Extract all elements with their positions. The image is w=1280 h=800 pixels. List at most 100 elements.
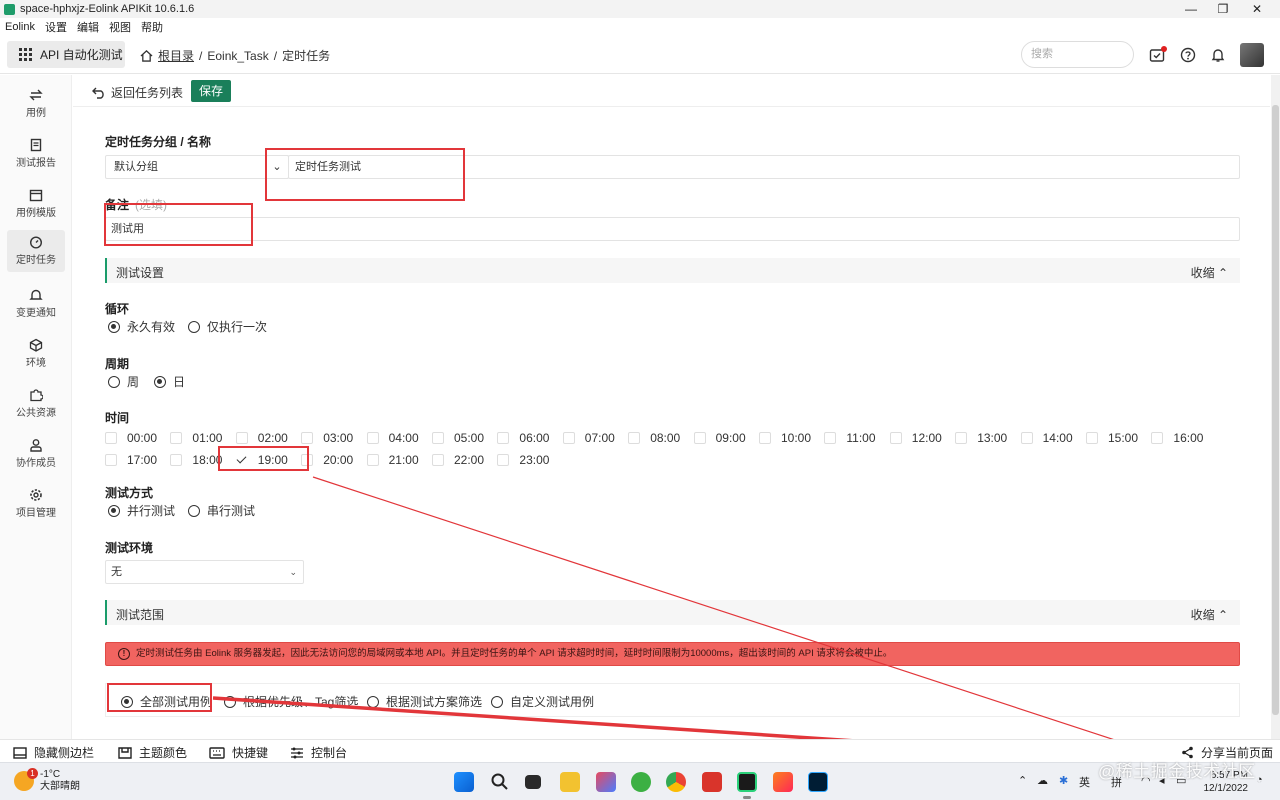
theme-color-button[interactable]: 主题颜色 bbox=[118, 744, 187, 761]
time-checkbox[interactable]: 15:00 bbox=[1086, 431, 1138, 445]
time-checkbox[interactable]: 21:00 bbox=[366, 453, 419, 467]
help-icon[interactable] bbox=[1180, 47, 1196, 63]
group-select[interactable]: 默认分组 bbox=[105, 155, 289, 179]
remark-input[interactable]: 测试用 bbox=[105, 217, 1240, 241]
swap-icon bbox=[29, 89, 43, 101]
breadcrumb-root[interactable]: 根目录 bbox=[158, 47, 194, 64]
scope-option-custom[interactable]: 自定义测试用例 bbox=[491, 693, 594, 710]
bell-icon[interactable] bbox=[1210, 47, 1226, 63]
hide-sidebar-button[interactable]: 隐藏侧边栏 bbox=[13, 744, 94, 761]
time-checkbox[interactable]: 07:00 bbox=[562, 431, 615, 445]
shortcuts-button[interactable]: 快捷键 bbox=[209, 744, 268, 761]
menu-settings[interactable]: 设置 bbox=[45, 19, 67, 35]
checkbox-unchecked-icon bbox=[432, 432, 444, 444]
browser-icon[interactable] bbox=[631, 772, 651, 792]
weather-temp: -1°C bbox=[40, 769, 61, 780]
time-checkbox[interactable]: 13:00 bbox=[955, 431, 1007, 445]
time-checkbox[interactable]: 14:00 bbox=[1020, 431, 1073, 445]
time-label-text: 15:00 bbox=[1108, 431, 1139, 445]
module-switcher-button[interactable]: API 自动化测试 bbox=[7, 41, 125, 68]
menu-edit[interactable]: 编辑 bbox=[77, 19, 99, 35]
close-button[interactable]: ✕ bbox=[1240, 0, 1274, 18]
time-checkbox[interactable]: 06:00 bbox=[497, 431, 549, 445]
minimize-button[interactable]: — bbox=[1174, 0, 1208, 18]
scope-option-plan[interactable]: 根据测试方案筛选 bbox=[367, 693, 482, 710]
scrollbar-thumb[interactable] bbox=[1272, 105, 1279, 715]
scope-option-priority-tag[interactable]: 根据优先级、Tag筛选 bbox=[224, 693, 358, 710]
loop-option-permanent[interactable]: 永久有效 bbox=[108, 318, 175, 335]
time-checkbox[interactable]: 10:00 bbox=[759, 431, 811, 445]
maximize-button[interactable]: ❐ bbox=[1206, 0, 1240, 18]
time-checkbox[interactable]: 16:00 bbox=[1151, 431, 1203, 445]
search-input[interactable]: 搜索 bbox=[1021, 41, 1134, 68]
breadcrumb-project[interactable]: Eoink_Task bbox=[207, 49, 268, 63]
windows-start-icon[interactable] bbox=[454, 772, 474, 792]
file-explorer-icon[interactable] bbox=[560, 772, 580, 792]
loop-option-once[interactable]: 仅执行一次 bbox=[188, 318, 267, 335]
sidebar-item-cases[interactable]: 用例 bbox=[7, 83, 65, 125]
time-checkbox[interactable]: 09:00 bbox=[693, 431, 746, 445]
radio-label: 仅执行一次 bbox=[207, 320, 268, 334]
menu-help[interactable]: 帮助 bbox=[141, 19, 163, 35]
section-title: 测试范围 bbox=[116, 608, 165, 622]
ime-lang[interactable]: 英 bbox=[1079, 774, 1090, 790]
time-checkbox[interactable]: 00:00 bbox=[105, 431, 157, 445]
menu-view[interactable]: 视图 bbox=[109, 19, 131, 35]
tray-chevron-icon[interactable]: ⌃ bbox=[1018, 774, 1027, 787]
breadcrumb-separator: / bbox=[199, 48, 203, 63]
puzzle-icon bbox=[30, 389, 43, 402]
time-checkbox[interactable]: 08:00 bbox=[628, 431, 680, 445]
mode-option-parallel[interactable]: 并行测试 bbox=[108, 502, 175, 519]
sidebar-item-members[interactable]: 协作成员 bbox=[7, 433, 65, 475]
time-checkbox[interactable]: 17:00 bbox=[105, 453, 157, 467]
time-checkbox[interactable]: 11:00 bbox=[824, 431, 876, 445]
time-checkbox[interactable]: 12:00 bbox=[889, 431, 942, 445]
user-avatar[interactable] bbox=[1240, 43, 1264, 67]
time-label: 时间 bbox=[105, 411, 130, 425]
time-checkbox[interactable]: 23:00 bbox=[497, 453, 549, 467]
period-option-week[interactable]: 周 bbox=[108, 373, 139, 390]
search-icon[interactable] bbox=[490, 772, 510, 792]
back-to-task-list-link[interactable]: 返回任务列表 bbox=[92, 84, 183, 101]
mode-option-serial[interactable]: 串行测试 bbox=[188, 502, 255, 519]
vertical-scrollbar[interactable] bbox=[1271, 75, 1280, 739]
checkbox-unchecked-icon bbox=[105, 432, 117, 444]
app-icon[interactable] bbox=[596, 772, 616, 792]
jetbrains-icon[interactable] bbox=[773, 772, 793, 792]
console-button[interactable]: 控制台 bbox=[290, 744, 347, 761]
sidebar-item-project-management[interactable]: 项目管理 bbox=[7, 483, 65, 525]
menu-eolink[interactable]: Eolink bbox=[5, 21, 35, 33]
sidebar-item-label: 变更通知 bbox=[16, 308, 56, 319]
breadcrumb: 根目录 / Eoink_Task / 定时任务 bbox=[140, 47, 330, 64]
sidebar-item-environment[interactable]: 环境 bbox=[7, 333, 65, 375]
loop-label: 循环 bbox=[105, 302, 130, 316]
sidebar-item-public-resources[interactable]: 公共资源 bbox=[7, 383, 65, 425]
sidebar-item-scheduled-tasks[interactable]: 定时任务 bbox=[7, 230, 65, 272]
time-checkbox[interactable]: 02:00 bbox=[235, 431, 288, 445]
photoshop-icon[interactable] bbox=[808, 772, 828, 792]
section-title: 测试设置 bbox=[116, 266, 165, 280]
apikit-app-icon[interactable] bbox=[737, 772, 757, 792]
wps-icon[interactable] bbox=[702, 772, 722, 792]
time-checkbox[interactable]: 22:00 bbox=[432, 453, 484, 467]
weather-widget[interactable]: 1 -1°C 大部晴朗 bbox=[14, 768, 80, 793]
collapse-button[interactable]: 收缩 ⌃ bbox=[1191, 264, 1228, 281]
collapse-button[interactable]: 收缩 ⌃ bbox=[1191, 606, 1228, 623]
period-option-day[interactable]: 日 bbox=[154, 373, 185, 390]
time-checkbox[interactable]: 01:00 bbox=[170, 431, 222, 445]
sidebar-item-templates[interactable]: 用例模版 bbox=[7, 183, 65, 225]
time-checkbox[interactable]: 03:00 bbox=[301, 431, 353, 445]
notification-bell-icon[interactable]: ◔ bbox=[1256, 774, 1263, 786]
input-tool-icon[interactable]: ✱ bbox=[1059, 774, 1068, 787]
radio-label: 根据测试方案筛选 bbox=[386, 695, 483, 709]
time-checkbox[interactable]: 04:00 bbox=[366, 431, 419, 445]
sidebar-item-notifications[interactable]: 变更通知 bbox=[7, 283, 65, 325]
env-select[interactable]: 无 ⌄ bbox=[105, 560, 304, 584]
chrome-icon[interactable] bbox=[666, 772, 686, 792]
cloud-icon[interactable]: ☁ bbox=[1037, 774, 1048, 787]
sidebar-item-reports[interactable]: 测试报告 bbox=[7, 133, 65, 175]
time-checkbox[interactable]: 18:00 bbox=[170, 453, 222, 467]
time-checkbox[interactable]: 05:00 bbox=[432, 431, 484, 445]
save-button[interactable]: 保存 bbox=[191, 80, 231, 102]
task-view-icon[interactable] bbox=[525, 775, 541, 789]
